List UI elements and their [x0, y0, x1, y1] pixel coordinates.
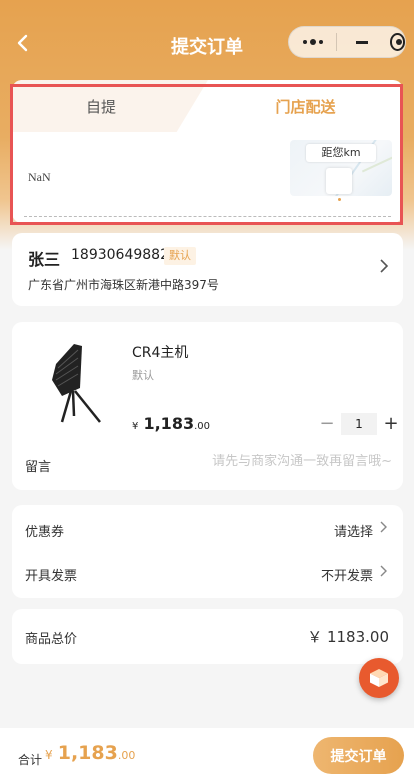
bottom-bar: 合计 ¥ 1,183.00 提交订单: [0, 728, 414, 780]
address-detail: 广东省广州市海珠区新港中路397号: [28, 278, 219, 292]
sum-price-integer: 1,183: [57, 742, 118, 764]
minimize-icon[interactable]: [356, 40, 368, 44]
coupon-row[interactable]: 优惠券 请选择: [12, 507, 403, 551]
options-card: 优惠券 请选择 开具发票 不开发票: [12, 505, 403, 598]
tab-store-delivery-label: 门店配送: [275, 97, 336, 116]
sum-price-symbol: ¥: [45, 748, 53, 762]
quantity-value[interactable]: 1: [341, 413, 377, 435]
coupon-label: 优惠券: [25, 525, 65, 540]
store-info: NaN: [28, 170, 51, 184]
map-dot-icon: [338, 198, 341, 201]
invoice-row[interactable]: 开具发票 不开发票: [12, 551, 403, 595]
sum-price: ¥ 1,183.00: [45, 742, 135, 764]
invoice-label: 开具发票: [25, 569, 78, 584]
total-value: ￥ 1183.00: [307, 628, 389, 646]
decrease-button[interactable]: −: [318, 414, 336, 434]
dashed-divider: [24, 216, 391, 217]
mini-program-capsule: [288, 26, 406, 58]
price-integer: 1,183: [143, 414, 195, 433]
map-pin-icon: [326, 168, 352, 194]
submit-order-button[interactable]: 提交订单: [313, 737, 404, 774]
navbar: 提交订单: [0, 0, 414, 86]
total-label: 商品总价: [25, 632, 78, 647]
chevron-right-icon: [379, 563, 389, 583]
floating-action-button[interactable]: [359, 658, 399, 698]
tab-store-delivery[interactable]: 门店配送: [208, 80, 403, 132]
remark-label: 留言: [25, 460, 52, 475]
product-price: ¥ 1,183.00: [132, 414, 210, 433]
distance-label: 距您km: [306, 144, 376, 162]
tab-self-pickup[interactable]: 自提: [12, 80, 208, 132]
capsule-divider: [336, 33, 338, 51]
tab-self-pickup-label: 自提: [85, 97, 116, 116]
recipient-name: 张三: [28, 250, 61, 269]
remark-input[interactable]: [162, 454, 392, 469]
total-card: 商品总价 ￥ 1183.00: [12, 609, 403, 664]
price-decimal: .00: [194, 421, 210, 432]
invoice-value: 不开发票: [320, 569, 373, 584]
more-dots-icon[interactable]: [289, 39, 336, 45]
address-card[interactable]: 张三 18930649882 默认 广东省广州市海珠区新港中路397号: [12, 233, 403, 306]
coupon-value: 请选择: [333, 525, 373, 540]
product-image: [38, 336, 118, 431]
product-card: CR4主机 默认 ¥ 1,183.00 − 1 + 留言: [12, 322, 403, 490]
chevron-right-icon: [379, 519, 389, 539]
default-badge: 默认: [164, 247, 196, 265]
product-spec: 默认: [132, 369, 154, 382]
target-icon[interactable]: [389, 33, 405, 51]
delivery-card: 自提 门店配送 NaN 距您km: [12, 80, 403, 223]
product-name: CR4主机: [132, 345, 189, 361]
sum-price-decimal: .00: [117, 749, 136, 762]
box-icon: [370, 669, 388, 687]
sum-label: 合计: [18, 753, 43, 767]
increase-button[interactable]: +: [382, 414, 400, 434]
recipient-phone: 18930649882: [71, 247, 169, 263]
price-symbol: ¥: [132, 421, 139, 432]
chevron-right-icon: [379, 258, 389, 278]
quantity-stepper: − 1 +: [318, 412, 400, 436]
